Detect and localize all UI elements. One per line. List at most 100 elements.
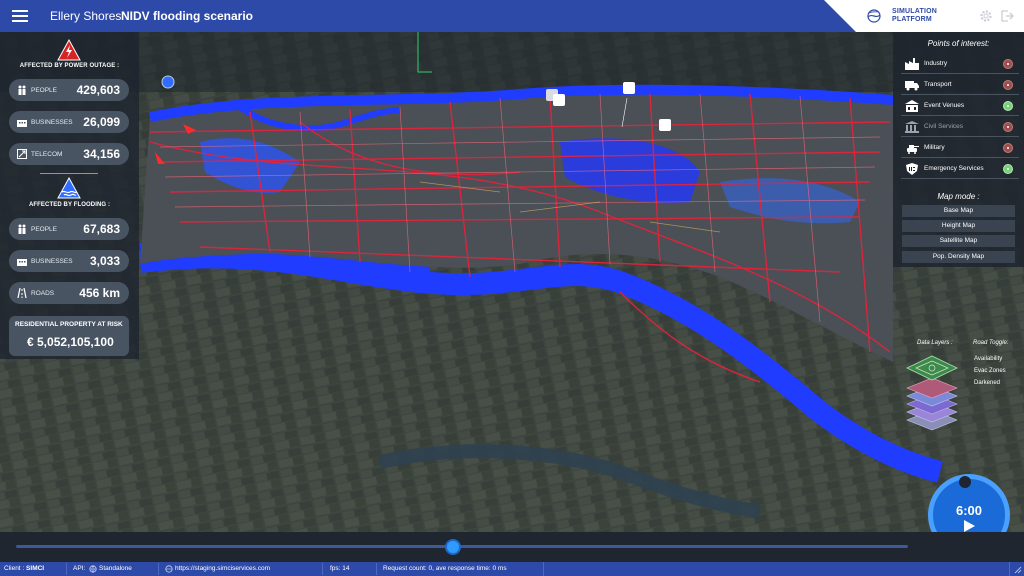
api-value: Standalone xyxy=(99,565,132,572)
poi-toggle[interactable] xyxy=(1003,122,1013,132)
residential-property-box: RESIDENTIAL PROPERTY AT RISK € 5,052,105… xyxy=(9,316,129,356)
truck-icon xyxy=(905,81,919,91)
section-divider xyxy=(40,173,98,174)
layer-stack-icon[interactable] xyxy=(903,352,961,434)
simulation-logo-icon xyxy=(867,9,881,23)
emergency-112-icon xyxy=(906,163,918,175)
timeline-bar xyxy=(0,532,1024,562)
status-separator xyxy=(376,563,377,575)
poi-panel: Points of interest: Industry Transport E… xyxy=(893,32,1024,267)
road-toggle-darkened[interactable]: Darkened xyxy=(974,380,1000,386)
logout-icon[interactable] xyxy=(1000,9,1014,23)
poi-label: Event Venues xyxy=(924,102,965,109)
building-icon xyxy=(17,120,27,127)
client-label-text: Client : xyxy=(4,565,27,572)
flood-businesses-stat: BUSINESSES 3,033 xyxy=(9,250,129,272)
poi-item-emergency-services[interactable]: Emergency Services xyxy=(901,159,1019,179)
timeline-track[interactable] xyxy=(16,545,908,548)
power-businesses-stat: BUSINESSES 26,099 xyxy=(9,111,129,133)
poi-toggle[interactable] xyxy=(1003,143,1013,153)
stat-value: 3,033 xyxy=(89,254,120,268)
brand-area: SIMULATION PLATFORM xyxy=(824,0,1024,32)
map-mode-satellite[interactable]: Satellite Map xyxy=(902,235,1015,247)
flooding-title: AFFECTED BY FLOODING : xyxy=(28,202,111,208)
power-telecom-stat: TELECOM 34,156 xyxy=(9,143,129,165)
dial-knob[interactable] xyxy=(959,476,971,488)
military-icon xyxy=(907,145,919,154)
residential-property-label: RESIDENTIAL PROPERTY AT RISK xyxy=(15,321,123,328)
building-icon xyxy=(17,259,27,266)
play-icon[interactable] xyxy=(962,519,976,533)
simulation-time: 6:00 xyxy=(955,503,983,518)
stat-label: ROADS xyxy=(31,290,55,297)
stat-value: 34,156 xyxy=(83,147,120,161)
stat-label: TELECOM xyxy=(31,151,63,158)
poi-item-event-venues[interactable]: Event Venues xyxy=(901,96,1019,116)
map-mode-pop-density[interactable]: Pop. Density Map xyxy=(902,251,1015,263)
poi-label: Emergency Services xyxy=(924,165,984,172)
top-bar: Ellery Shores NIDV flooding scenario SIM… xyxy=(0,0,1024,32)
power-outage-title: AFFECTED BY POWER OUTAGE : xyxy=(19,63,120,69)
compass-marker xyxy=(161,75,175,89)
flooding-warning-icon xyxy=(57,177,81,199)
stat-value: 456 km xyxy=(79,286,120,300)
api-label: API: xyxy=(73,565,86,572)
status-separator xyxy=(322,563,323,575)
stat-label: PEOPLE xyxy=(31,226,58,233)
road-toggle-availability[interactable]: Availability xyxy=(974,356,1002,362)
api-url[interactable]: https://staging.simciservices.com xyxy=(175,565,270,572)
map-mode-title: Map mode : xyxy=(937,192,980,201)
residential-property-value: € 5,052,105,100 xyxy=(27,335,114,349)
poi-label: Transport xyxy=(924,81,952,88)
gear-icon[interactable] xyxy=(979,9,993,23)
power-outage-warning-icon xyxy=(57,39,81,61)
map-mode-height[interactable]: Height Map xyxy=(902,220,1015,232)
timeline-thumb[interactable] xyxy=(445,539,462,555)
url-globe-icon xyxy=(165,565,173,573)
api-globe-icon xyxy=(89,565,97,573)
road-toggle-evac-zones[interactable]: Evac Zones xyxy=(974,368,1006,374)
brand-text: SIMULATION PLATFORM xyxy=(892,8,937,24)
road-icon xyxy=(17,288,27,298)
data-layers-panel: Data Layers : Road Toggle: Availability … xyxy=(893,338,1024,438)
status-separator xyxy=(158,563,159,575)
city-name: Ellery Shores xyxy=(50,9,122,23)
scenario-title: NIDV flooding scenario xyxy=(121,9,254,23)
flood-map-view[interactable] xyxy=(0,32,1024,532)
app-root: Ellery Shores NIDV flooding scenario SIM… xyxy=(0,0,1024,576)
stat-value: 26,099 xyxy=(83,115,120,129)
stat-label: PEOPLE xyxy=(31,87,58,94)
fps-counter: fps: 14 xyxy=(330,565,350,572)
stat-label: BUSINESSES xyxy=(31,119,73,126)
poi-item-civil-services[interactable]: Civil Services xyxy=(901,117,1019,137)
resize-grip-icon[interactable] xyxy=(1012,564,1022,574)
poi-item-industry[interactable]: Industry xyxy=(901,54,1019,74)
poi-toggle[interactable] xyxy=(1003,164,1013,174)
brand-line-2: PLATFORM xyxy=(892,16,932,23)
hamburger-menu-icon[interactable] xyxy=(12,10,28,22)
poi-toggle[interactable] xyxy=(1003,59,1013,69)
factory-icon xyxy=(905,58,919,70)
map-mode-base[interactable]: Base Map xyxy=(902,205,1015,217)
status-separator xyxy=(66,563,67,575)
poi-toggle[interactable] xyxy=(1003,80,1013,90)
stat-value: 67,683 xyxy=(83,222,120,236)
power-people-stat: PEOPLE 429,603 xyxy=(9,79,129,101)
flood-people-stat: PEOPLE 67,683 xyxy=(9,218,129,240)
poi-label: Industry xyxy=(924,60,948,67)
poi-item-military[interactable]: Military xyxy=(901,138,1019,158)
poi-title: Points of interest: xyxy=(927,39,990,48)
stat-value: 429,603 xyxy=(76,83,120,97)
people-icon xyxy=(18,224,26,234)
venue-icon xyxy=(905,100,919,112)
impact-panel: AFFECTED BY POWER OUTAGE : PEOPLE 429,60… xyxy=(0,32,139,359)
stat-label: BUSINESSES xyxy=(31,258,73,265)
poi-item-transport[interactable]: Transport xyxy=(901,75,1019,95)
poi-toggle[interactable] xyxy=(1003,101,1013,111)
telecom-icon xyxy=(17,149,27,159)
request-stats: Request count: 0, ave response time: 0 m… xyxy=(383,565,507,572)
people-icon xyxy=(18,85,26,95)
road-toggle-title: Road Toggle: xyxy=(973,340,1009,346)
status-empty-area xyxy=(543,562,1010,576)
status-bar: Client : SIMCI API: Standalone https://s… xyxy=(0,562,1024,576)
